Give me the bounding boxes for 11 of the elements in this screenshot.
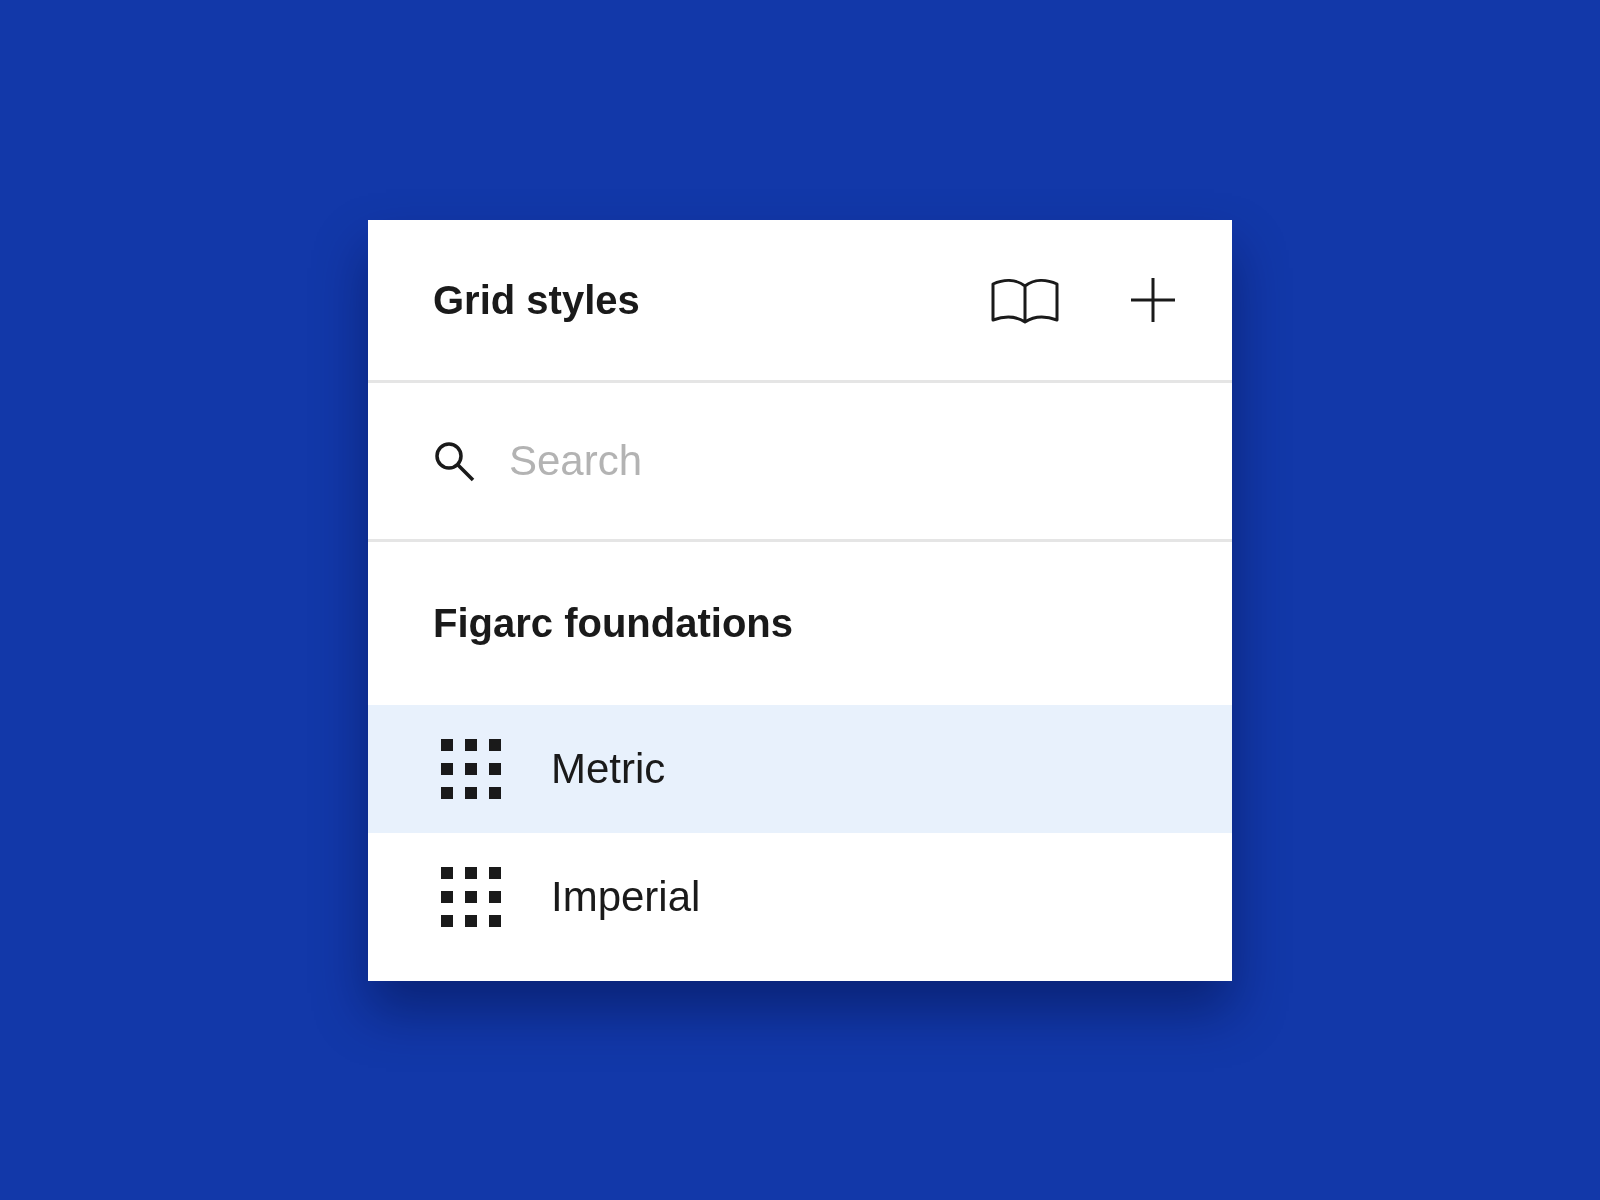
grid-style-name: Imperial (551, 873, 701, 921)
add-icon[interactable] (1130, 277, 1176, 323)
grid-style-item[interactable]: Metric (368, 705, 1232, 833)
grid-icon (441, 867, 501, 927)
grid-style-name: Metric (551, 745, 666, 793)
book-icon[interactable] (990, 276, 1060, 324)
search-icon (433, 440, 475, 482)
panel-title: Grid styles (433, 277, 640, 323)
grid-icon (441, 739, 501, 799)
section-title: Figarc foundations (433, 601, 793, 646)
grid-style-item[interactable]: Imperial (368, 833, 1232, 961)
